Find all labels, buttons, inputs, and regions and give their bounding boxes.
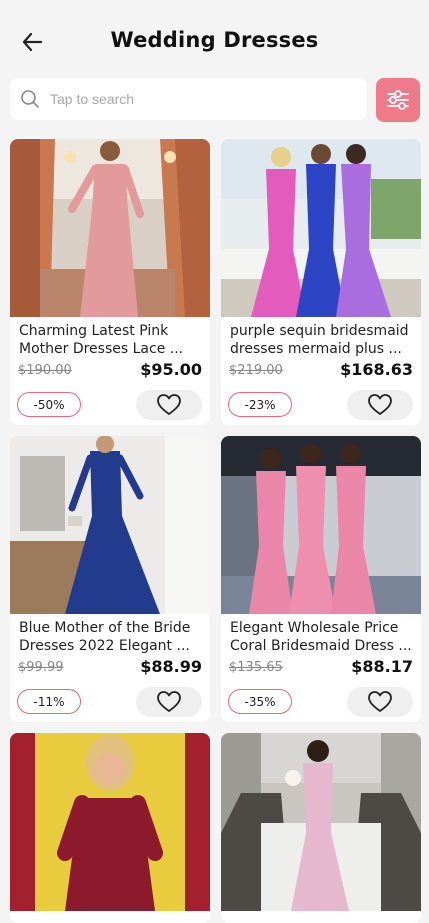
- product-image-lilac-gown[interactable]: [221, 733, 421, 911]
- sale-price: $168.63: [340, 360, 413, 379]
- discount-badge: -35%: [228, 689, 292, 714]
- product-name[interactable]: Elegant Wholesale Price Coral Bridesmaid…: [230, 619, 414, 655]
- product-name[interactable]: Charming Latest Pink Mother Dresses Lace…: [19, 322, 203, 358]
- search-input[interactable]: [48, 90, 342, 108]
- heart-icon: [368, 394, 392, 415]
- page-title: Wedding Dresses: [110, 28, 319, 52]
- product-image-burgundy-dress[interactable]: [10, 733, 210, 911]
- favorite-button[interactable]: [136, 687, 202, 717]
- heart-icon: [157, 691, 181, 712]
- product-card[interactable]: Elegant Wholesale Price Coral Bridesmaid…: [221, 436, 421, 722]
- favorite-button[interactable]: [347, 390, 413, 420]
- sale-price: $88.17: [351, 657, 413, 676]
- sale-price: $88.99: [140, 657, 202, 676]
- product-image-pink-lace-dress[interactable]: [10, 139, 210, 317]
- heart-icon: [157, 394, 181, 415]
- filter-button[interactable]: [376, 78, 420, 122]
- search-icon: [20, 89, 40, 109]
- original-price: $99.99: [18, 660, 64, 675]
- product-image-sequin-bridesmaid[interactable]: [221, 139, 421, 317]
- search-bar[interactable]: [10, 78, 367, 120]
- original-price: $219.00: [229, 363, 283, 378]
- product-name[interactable]: Blue Mother of the Bride Dresses 2022 El…: [19, 619, 203, 655]
- sale-price: $95.00: [140, 360, 202, 379]
- favorite-button[interactable]: [136, 390, 202, 420]
- heart-icon: [368, 691, 392, 712]
- product-image-blue-mother-dress[interactable]: [10, 436, 210, 614]
- product-card[interactable]: [221, 733, 421, 923]
- sliders-icon: [387, 90, 409, 110]
- product-card[interactable]: [10, 733, 210, 923]
- product-card[interactable]: Blue Mother of the Bride Dresses 2022 El…: [10, 436, 210, 722]
- product-name[interactable]: purple sequin bridesmaid dresses mermaid…: [230, 322, 414, 358]
- product-image-coral-bridesmaid[interactable]: [221, 436, 421, 614]
- original-price: $190.00: [18, 363, 72, 378]
- favorite-button[interactable]: [347, 687, 413, 717]
- discount-badge: -50%: [17, 392, 81, 417]
- product-card[interactable]: purple sequin bridesmaid dresses mermaid…: [221, 139, 421, 425]
- original-price: $135.65: [229, 660, 283, 675]
- product-card[interactable]: Charming Latest Pink Mother Dresses Lace…: [10, 139, 210, 425]
- discount-badge: -11%: [17, 689, 81, 714]
- app-header: Wedding Dresses: [0, 0, 429, 80]
- discount-badge: -23%: [228, 392, 292, 417]
